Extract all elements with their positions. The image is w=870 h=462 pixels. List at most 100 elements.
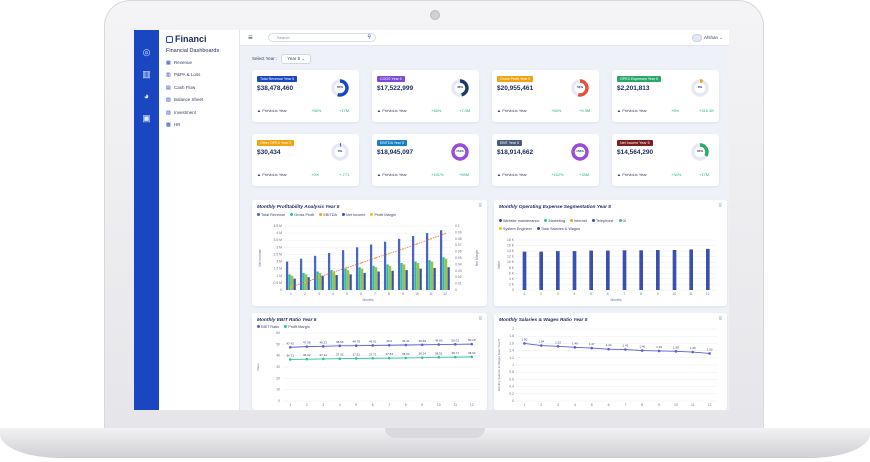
series-point (321, 345, 325, 348)
y-tick-label: 0 (512, 288, 514, 292)
logo-icon (166, 36, 173, 43)
bar-total-revenue (369, 244, 373, 290)
bar-net-income (293, 278, 296, 290)
sidebar-item-hr[interactable]: ▩ HR (166, 121, 181, 129)
bar-ebitda (319, 272, 322, 290)
kpi-previous-label: Previous Year (382, 108, 407, 113)
series-point (674, 350, 678, 353)
sidebar-item-label: Balance Sheet (174, 97, 204, 102)
kpi-card: EBIT Year 5 $18,914,662 152% ▲ Previous Yea… (492, 134, 599, 186)
data-label: 47.98 (303, 341, 311, 345)
bar-ebitda (361, 268, 364, 290)
kpi-tag: Other OPEX Year 5 (257, 140, 295, 146)
bar-total-salaries (606, 250, 610, 290)
menu-icon[interactable]: ≡ (248, 33, 253, 42)
dashboard-icon[interactable]: ◎ (141, 48, 152, 57)
x-tick-label: 1 (523, 403, 525, 407)
series-point (404, 343, 408, 347)
x-tick-label: 3 (322, 403, 324, 407)
x-tick-label: 9 (421, 403, 423, 407)
invest-icon: ▨ (166, 110, 171, 116)
user-menu[interactable]: Afshan ⌄ (691, 33, 723, 42)
bar-total-salaries (689, 249, 693, 290)
y-tick-label: 50 (276, 342, 280, 346)
bar-total-salaries (539, 251, 543, 290)
bar-gross-profit (288, 274, 291, 290)
data-label: 49.59 (418, 339, 426, 343)
bar-net-income (307, 277, 310, 290)
profit-margin-point (318, 276, 320, 279)
y-tick-label: 1.2 (509, 356, 514, 360)
search-icon[interactable]: ⚲ (367, 34, 371, 41)
kpi-percent: +54% (551, 108, 562, 113)
bar-total-salaries (572, 251, 577, 290)
y-tick-label: 20 (276, 376, 280, 380)
list-icon: ▤ (166, 85, 171, 91)
pie-icon[interactable]: ◕ (141, 92, 152, 101)
kpi-tag: Net Income Year 5 (617, 140, 653, 146)
bar-total-revenue (341, 250, 345, 290)
chart-icon[interactable]: ▥ (141, 70, 152, 79)
kpi-value: $30,434 (257, 149, 281, 156)
sidebar-item-revenue[interactable]: ▦ Revenue (166, 59, 192, 67)
x-tick-label: 10 (437, 403, 441, 407)
kpi-change: +17M (699, 172, 710, 177)
y-tick-label: 0 (280, 288, 282, 292)
ebit-panel: Monthly EBIT Ratio Year 5 ≡ EBIT Ratio Pr… (252, 313, 487, 410)
series-point (371, 344, 375, 347)
bar-ebitda (347, 270, 350, 290)
data-label: 1.49 (572, 341, 578, 345)
data-label: 1.39 (656, 345, 662, 349)
y2-tick-label: 0.08 (455, 237, 462, 241)
series-point (387, 343, 391, 347)
kpi-value: $17,522,999 (377, 85, 414, 92)
kpi-previous: ▲ Previous Year (497, 108, 527, 113)
data-label: 1.54 (538, 340, 544, 344)
kpi-change: +59M (459, 172, 470, 177)
y2-tick-label: 0.06 (455, 250, 462, 254)
kpi-previous: ▲ Previous Year (377, 108, 407, 113)
x-tick-label: 4 (574, 403, 576, 407)
data-label: 38.51 (435, 351, 443, 355)
sidebar-item-balance-sheet[interactable]: ▧ Balance Sheet (166, 96, 203, 104)
sidebar-item-label: HR (174, 122, 181, 127)
y2-tick-label: 0.09 (455, 230, 462, 234)
gauge-icon: 6% (690, 78, 710, 98)
kpi-tag: EBIT Year 5 (497, 140, 523, 146)
kpi-tag: COGS Year 5 (377, 76, 405, 82)
y-tick-label: 0.8 (509, 370, 514, 374)
y-tick-label: 0.2 (509, 392, 514, 396)
trend-up-icon: ▲ (377, 108, 381, 113)
y-tick-label: 0 (278, 399, 280, 403)
sidebar-item-ppa-loss[interactable]: ▥ P&PA & Loss (166, 71, 200, 79)
x-tick-label: 8 (388, 292, 390, 296)
series-point (404, 356, 408, 360)
search-input[interactable]: Search ⚲ (268, 33, 376, 42)
sidebar-item-cash-flow[interactable]: ▤ Cash Flow (166, 84, 195, 92)
data-label: 50.18 (468, 338, 476, 342)
y-tick-label: 10 K (507, 260, 515, 264)
year-select[interactable]: Year 5 ⌄ (281, 54, 312, 64)
data-label: 37.52 (352, 352, 360, 356)
x-tick-label: 9 (657, 292, 659, 296)
kpi-percent: +151% (431, 172, 444, 177)
sidebar-item-investment[interactable]: ▨ Investment (166, 109, 196, 117)
series-point (708, 352, 711, 355)
kpi-card: Gross Profit Year 5 $20,955,461 54% ▲ Previ… (492, 70, 599, 122)
bar-gross-profit (386, 264, 389, 290)
y-tick-label: 8 K (509, 266, 515, 270)
series-line (290, 343, 472, 348)
top-bar: ≡ Search ⚲ Afshan ⌄ (240, 30, 729, 46)
kpi-tag: Total Revenue Year 5 (257, 76, 298, 82)
x-tick-label: 6 (608, 403, 610, 407)
x-tick-label: 5 (346, 292, 348, 296)
brand-logo[interactable]: Financi (166, 34, 207, 44)
bar-total-revenue (327, 253, 331, 290)
x-tick-label: 1 (289, 403, 291, 407)
briefcase-icon[interactable]: ▣ (141, 114, 152, 123)
avatar (691, 33, 702, 42)
x-tick-label: 12 (443, 292, 447, 296)
series-point (437, 343, 441, 346)
y-tick-label: 0 (512, 399, 514, 403)
kpi-previous-label: Previous Year (382, 172, 407, 177)
